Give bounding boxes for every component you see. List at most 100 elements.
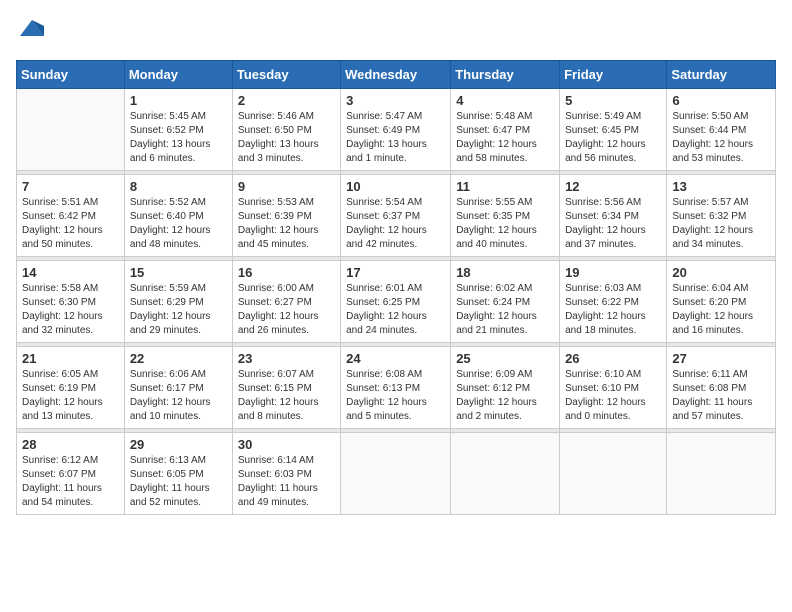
day-number: 17 [346,265,445,280]
calendar-cell [667,433,776,515]
calendar-cell: 13 Sunrise: 5:57 AM Sunset: 6:32 PM Dayli… [667,175,776,257]
calendar-cell: 14Sunrise: 5:58 AM Sunset: 6:30 PM Dayli… [17,261,125,343]
calendar-cell: 3Sunrise: 5:47 AM Sunset: 6:49 PM Daylig… [341,89,451,171]
weekday-header-sunday: Sunday [17,61,125,89]
day-number: 13 [672,179,770,194]
calendar-cell: 21 Sunrise: 6:05 AM Sunset: 6:19 PM Dayli… [17,347,125,429]
calendar-cell: 5Sunrise: 5:49 AM Sunset: 6:45 PM Daylig… [560,89,667,171]
day-number: 24 [346,351,445,366]
week-row-3: 14Sunrise: 5:58 AM Sunset: 6:30 PM Dayli… [17,261,776,343]
day-info: Sunrise: 6:13 AM Sunset: 6:05 PM Dayligh… [130,454,227,510]
calendar-cell: 20Sunrise: 6:04 AM Sunset: 6:20 PM Dayli… [667,261,776,343]
calendar-cell: 4 Sunrise: 5:48 AM Sunset: 6:47 PM Daylig… [451,89,560,171]
day-info: Sunrise: 6:01 AM Sunset: 6:25 PM Dayligh… [346,282,445,338]
calendar-cell: 18 Sunrise: 6:02 AM Sunset: 6:24 PM Dayli… [451,261,560,343]
calendar-cell: 24 Sunrise: 6:08 AM Sunset: 6:13 PM Dayli… [341,347,451,429]
day-info: Sunrise: 5:50 AM Sunset: 6:44 PM Dayligh… [672,110,770,166]
calendar-cell: 9 Sunrise: 5:53 AM Sunset: 6:39 PM Daylig… [232,175,340,257]
calendar-cell: 26 Sunrise: 6:10 AM Sunset: 6:10 PM Dayli… [560,347,667,429]
day-info: Sunrise: 6:03 AM Sunset: 6:22 PM Dayligh… [565,282,661,338]
calendar-cell: 12 Sunrise: 5:56 AM Sunset: 6:34 PM Dayli… [560,175,667,257]
day-number: 8 [130,179,227,194]
day-number: 9 [238,179,335,194]
calendar-cell: 27 Sunrise: 6:11 AM Sunset: 6:08 PM Dayli… [667,347,776,429]
calendar-cell: 28 Sunrise: 6:12 AM Sunset: 6:07 PM Dayli… [17,433,125,515]
calendar-cell: 25 Sunrise: 6:09 AM Sunset: 6:12 PM Dayli… [451,347,560,429]
weekday-header-tuesday: Tuesday [232,61,340,89]
day-number: 26 [565,351,661,366]
calendar-cell: 1Sunrise: 5:45 AM Sunset: 6:52 PM Daylig… [124,89,232,171]
day-number: 28 [22,437,119,452]
calendar-cell: 15Sunrise: 5:59 AM Sunset: 6:29 PM Dayli… [124,261,232,343]
day-number: 12 [565,179,661,194]
day-number: 14 [22,265,119,280]
day-number: 25 [456,351,554,366]
day-number: 6 [672,93,770,108]
weekday-header-row: SundayMondayTuesdayWednesdayThursdayFrid… [17,61,776,89]
weekday-header-monday: Monday [124,61,232,89]
day-info: Sunrise: 5:51 AM Sunset: 6:42 PM Dayligh… [22,196,119,252]
week-row-5: 28 Sunrise: 6:12 AM Sunset: 6:07 PM Dayli… [17,433,776,515]
day-info: Sunrise: 6:11 AM Sunset: 6:08 PM Dayligh… [672,368,770,424]
day-info: Sunrise: 5:53 AM Sunset: 6:39 PM Dayligh… [238,196,335,252]
day-number: 5 [565,93,661,108]
calendar-cell: 17 Sunrise: 6:01 AM Sunset: 6:25 PM Dayli… [341,261,451,343]
day-number: 3 [346,93,445,108]
calendar-cell: 7Sunrise: 5:51 AM Sunset: 6:42 PM Daylig… [17,175,125,257]
day-number: 22 [130,351,227,366]
day-info: Sunrise: 5:56 AM Sunset: 6:34 PM Dayligh… [565,196,661,252]
day-info: Sunrise: 6:04 AM Sunset: 6:20 PM Dayligh… [672,282,770,338]
calendar-cell: 23 Sunrise: 6:07 AM Sunset: 6:15 PM Dayli… [232,347,340,429]
day-number: 21 [22,351,119,366]
day-info: Sunrise: 5:57 AM Sunset: 6:32 PM Dayligh… [672,196,770,252]
day-number: 29 [130,437,227,452]
logo-icon [18,16,46,44]
calendar-cell: 6 Sunrise: 5:50 AM Sunset: 6:44 PM Daylig… [667,89,776,171]
day-number: 10 [346,179,445,194]
calendar-cell: 19Sunrise: 6:03 AM Sunset: 6:22 PM Dayli… [560,261,667,343]
calendar-cell: 30 Sunrise: 6:14 AM Sunset: 6:03 PM Dayli… [232,433,340,515]
weekday-header-thursday: Thursday [451,61,560,89]
day-info: Sunrise: 6:02 AM Sunset: 6:24 PM Dayligh… [456,282,554,338]
day-number: 11 [456,179,554,194]
day-number: 16 [238,265,335,280]
calendar-table: SundayMondayTuesdayWednesdayThursdayFrid… [16,60,776,515]
calendar-cell [17,89,125,171]
calendar-cell: 16Sunrise: 6:00 AM Sunset: 6:27 PM Dayli… [232,261,340,343]
week-row-4: 21 Sunrise: 6:05 AM Sunset: 6:19 PM Dayli… [17,347,776,429]
day-number: 2 [238,93,335,108]
day-number: 30 [238,437,335,452]
week-row-2: 7Sunrise: 5:51 AM Sunset: 6:42 PM Daylig… [17,175,776,257]
day-info: Sunrise: 5:46 AM Sunset: 6:50 PM Dayligh… [238,110,335,166]
logo [16,16,46,50]
calendar-cell: 10 Sunrise: 5:54 AM Sunset: 6:37 PM Dayli… [341,175,451,257]
day-number: 18 [456,265,554,280]
day-info: Sunrise: 5:48 AM Sunset: 6:47 PM Dayligh… [456,110,554,166]
calendar-cell: 8Sunrise: 5:52 AM Sunset: 6:40 PM Daylig… [124,175,232,257]
day-info: Sunrise: 5:54 AM Sunset: 6:37 PM Dayligh… [346,196,445,252]
weekday-header-saturday: Saturday [667,61,776,89]
calendar-cell: 29 Sunrise: 6:13 AM Sunset: 6:05 PM Dayli… [124,433,232,515]
calendar-cell [451,433,560,515]
day-info: Sunrise: 6:05 AM Sunset: 6:19 PM Dayligh… [22,368,119,424]
day-info: Sunrise: 6:14 AM Sunset: 6:03 PM Dayligh… [238,454,335,510]
weekday-header-friday: Friday [560,61,667,89]
calendar-cell: 2 Sunrise: 5:46 AM Sunset: 6:50 PM Daylig… [232,89,340,171]
calendar-cell [560,433,667,515]
day-info: Sunrise: 6:07 AM Sunset: 6:15 PM Dayligh… [238,368,335,424]
weekday-header-wednesday: Wednesday [341,61,451,89]
day-info: Sunrise: 5:55 AM Sunset: 6:35 PM Dayligh… [456,196,554,252]
day-number: 23 [238,351,335,366]
day-info: Sunrise: 5:45 AM Sunset: 6:52 PM Dayligh… [130,110,227,166]
day-info: Sunrise: 6:12 AM Sunset: 6:07 PM Dayligh… [22,454,119,510]
page-header [16,16,776,50]
calendar-cell: 22 Sunrise: 6:06 AM Sunset: 6:17 PM Dayli… [124,347,232,429]
day-info: Sunrise: 5:59 AM Sunset: 6:29 PM Dayligh… [130,282,227,338]
day-number: 27 [672,351,770,366]
day-info: Sunrise: 6:06 AM Sunset: 6:17 PM Dayligh… [130,368,227,424]
day-info: Sunrise: 6:09 AM Sunset: 6:12 PM Dayligh… [456,368,554,424]
day-info: Sunrise: 6:10 AM Sunset: 6:10 PM Dayligh… [565,368,661,424]
day-info: Sunrise: 6:08 AM Sunset: 6:13 PM Dayligh… [346,368,445,424]
day-number: 4 [456,93,554,108]
week-row-1: 1Sunrise: 5:45 AM Sunset: 6:52 PM Daylig… [17,89,776,171]
